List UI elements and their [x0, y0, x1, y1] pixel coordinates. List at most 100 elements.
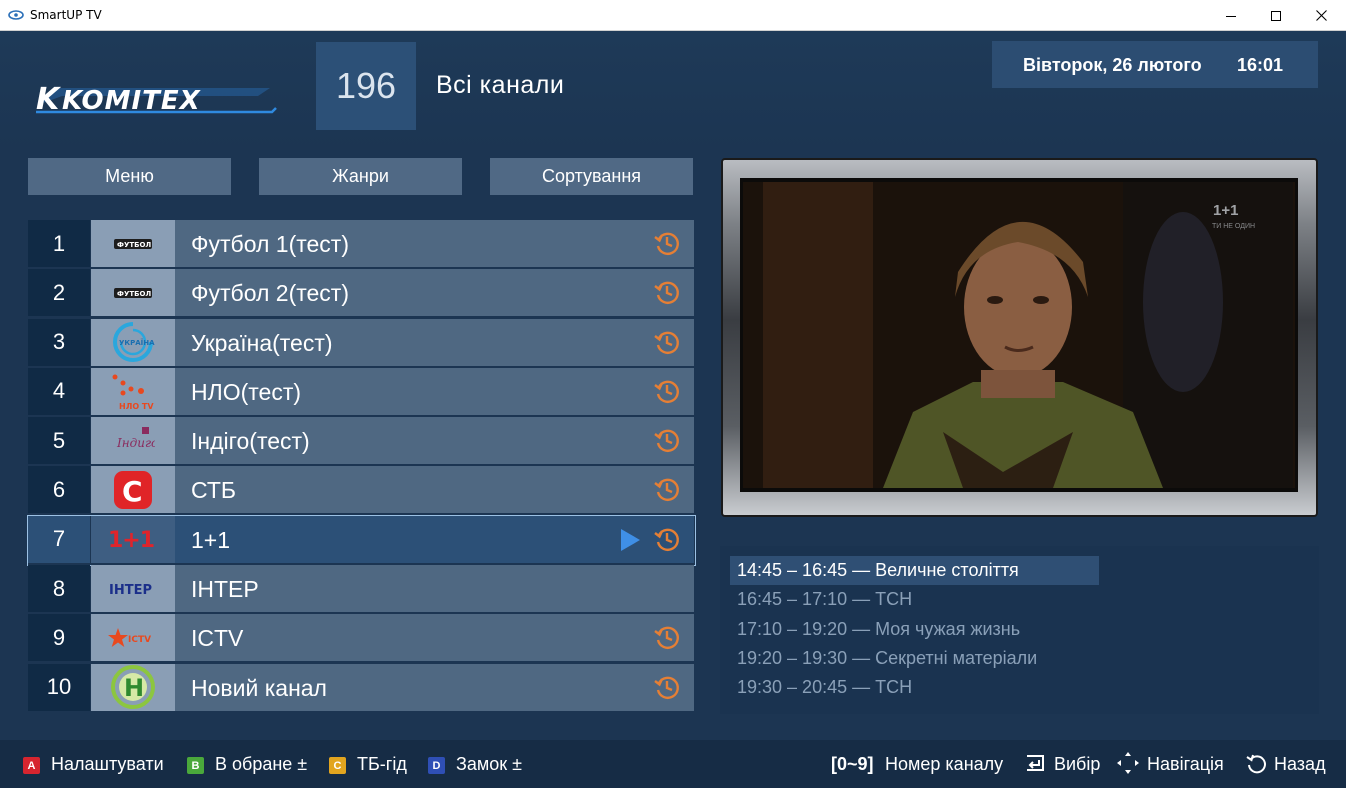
app-main: K KOMITEX 196 Всі канали Вівторок, 26 лю…: [0, 31, 1346, 788]
sort-button[interactable]: Сортування: [490, 158, 693, 195]
logo-label: ICTV: [128, 635, 151, 645]
logo-label: C: [122, 475, 143, 508]
channel-number: 6: [28, 466, 90, 514]
epg-item[interactable]: 14:45 – 16:45 — Величне століття: [730, 556, 1099, 585]
hint-select[interactable]: Вибір: [1054, 754, 1100, 775]
logo-label: УКРАЇНА: [119, 338, 155, 347]
channel-watermark-tagline: ТИ НЕ ОДИН: [1212, 223, 1256, 230]
maximize-button[interactable]: [1253, 0, 1299, 31]
menu-button[interactable]: Меню: [28, 158, 231, 195]
channel-row[interactable]: 9 ICTV ICTV: [28, 614, 694, 662]
current-date: Вівторок, 26 лютого: [1023, 55, 1202, 75]
hint-channel-number[interactable]: Номер каналу: [885, 754, 1003, 775]
archive-icon[interactable]: [653, 278, 681, 306]
channel-number: 4: [28, 367, 90, 415]
archive-icon[interactable]: [653, 525, 681, 553]
indigo-logo-icon: Індиго: [116, 426, 155, 450]
football1-logo-icon: ФУТБОЛ 1: [114, 238, 153, 249]
channel-number: 5: [28, 417, 90, 465]
hint-navigation[interactable]: Навігація: [1147, 754, 1224, 775]
key-c-badge: C: [329, 757, 346, 774]
ictv-logo-icon: ICTV: [108, 627, 151, 647]
archive-icon[interactable]: [653, 426, 681, 454]
minimize-button[interactable]: [1208, 0, 1254, 31]
channel-row[interactable]: 10 Н Новий канал: [28, 663, 694, 711]
logo-label: ІНТЕР: [109, 583, 152, 598]
epg-item[interactable]: 16:45 – 17:10 — ТСН: [730, 585, 1099, 614]
play-icon[interactable]: [618, 527, 642, 553]
minimize-icon: [1226, 15, 1236, 17]
channel-number: 9: [28, 614, 90, 662]
channel-logo-1plus1: 1+1: [91, 515, 175, 563]
channel-list: 1 ФУТБОЛ 1 Футбол 1(тест) 2 ФУТБОЛ 2 Фут…: [27, 220, 696, 713]
channel-name: 1+1: [191, 526, 231, 553]
epg-item[interactable]: 19:20 – 19:30 — Секретні матеріали: [730, 644, 1099, 673]
video-preview[interactable]: 1+1 ТИ НЕ ОДИН: [721, 158, 1318, 517]
channel-name: ICTV: [191, 625, 244, 652]
channel-name: Україна(тест): [191, 329, 333, 356]
channel-logo-nlo: НЛО TV: [91, 367, 175, 415]
digits-key: [0~9]: [831, 754, 874, 774]
channel-logo-stb: C: [91, 466, 175, 514]
channel-row[interactable]: 6 C СТБ: [28, 466, 694, 514]
channel-logo-football1: ФУТБОЛ 1: [91, 220, 175, 267]
channel-name: Новий канал: [191, 674, 327, 701]
channel-name: СТБ: [191, 477, 236, 504]
channel-number: 1: [28, 220, 90, 267]
archive-icon[interactable]: [653, 229, 681, 257]
1plus1-logo-icon: 1+1: [108, 528, 155, 553]
logo-label: Індиго: [116, 436, 155, 450]
current-time: 16:01: [1237, 55, 1284, 75]
channel-row[interactable]: 3 УКРАЇНА Україна(тест): [28, 318, 694, 366]
epg-item[interactable]: 17:10 – 19:20 — Моя чужая жизнь: [730, 615, 1099, 644]
channel-row[interactable]: 4 НЛО TV НЛО(тест): [28, 367, 694, 415]
archive-icon[interactable]: [653, 673, 681, 701]
channel-row[interactable]: 2 ФУТБОЛ 2 Футбол 2(тест): [28, 269, 694, 317]
app-icon: [8, 10, 24, 20]
logo-label: ФУТБОЛ 1: [117, 241, 153, 249]
channel-number: 3: [28, 318, 90, 366]
window-title: SmartUP TV: [30, 8, 102, 22]
channel-number: 10: [28, 663, 90, 711]
key-a-badge: A: [23, 757, 40, 774]
nlo-logo-icon: НЛО TV: [112, 374, 154, 411]
logo-label: ФУТБОЛ 2: [117, 290, 153, 298]
channel-number: 2: [28, 269, 90, 317]
archive-icon[interactable]: [653, 377, 681, 405]
navigation-arrows-icon: [1117, 752, 1139, 774]
hint-tv-guide[interactable]: ТБ-гід: [357, 754, 407, 775]
epg-item[interactable]: 19:30 – 20:45 — ТСН: [730, 673, 1099, 702]
novyi-logo-icon: Н: [111, 665, 155, 710]
close-icon: [1315, 10, 1327, 21]
logo-label: НЛО TV: [119, 402, 154, 411]
channel-logo-ukraina: УКРАЇНА: [91, 318, 175, 366]
channel-logo-football2: ФУТБОЛ 2: [91, 269, 175, 317]
window-titlebar: SmartUP TV: [0, 0, 1346, 31]
hint-back[interactable]: Назад: [1274, 754, 1326, 775]
archive-icon[interactable]: [653, 623, 681, 651]
channel-row[interactable]: 1 ФУТБОЛ 1 Футбол 1(тест): [28, 220, 694, 267]
stb-logo-icon: C: [114, 470, 152, 509]
channel-name: ІНТЕР: [191, 576, 259, 603]
program-guide: 14:45 – 16:45 — Величне століття 16:45 –…: [720, 546, 1319, 714]
channel-logo-inter: ІНТЕР: [91, 565, 175, 613]
channel-row[interactable]: 8 ІНТЕР ІНТЕР: [28, 565, 694, 613]
channel-logo-indigo: Індиго: [91, 417, 175, 465]
channel-name: НЛО(тест): [191, 378, 302, 405]
hint-favorites[interactable]: В обране ±: [215, 754, 307, 775]
channel-number: 8: [28, 565, 90, 613]
genres-button[interactable]: Жанри: [259, 158, 462, 195]
hint-settings[interactable]: Налаштувати: [51, 754, 164, 775]
inter-logo-icon: ІНТЕР: [109, 583, 152, 598]
key-d-badge: D: [428, 757, 445, 774]
hint-lock[interactable]: Замок ±: [456, 754, 522, 775]
archive-icon[interactable]: [653, 475, 681, 503]
channel-count: 196: [316, 42, 416, 130]
channel-logo-novyi: Н: [91, 663, 175, 711]
archive-icon[interactable]: [653, 328, 681, 356]
close-button[interactable]: [1298, 0, 1344, 31]
football2-logo-icon: ФУТБОЛ 2: [114, 287, 153, 298]
channel-row[interactable]: 5 Індиго Індіго(тест): [28, 417, 694, 465]
channel-row[interactable]: 7 1+1 1+1: [27, 514, 696, 566]
key-b-badge: B: [187, 757, 204, 774]
